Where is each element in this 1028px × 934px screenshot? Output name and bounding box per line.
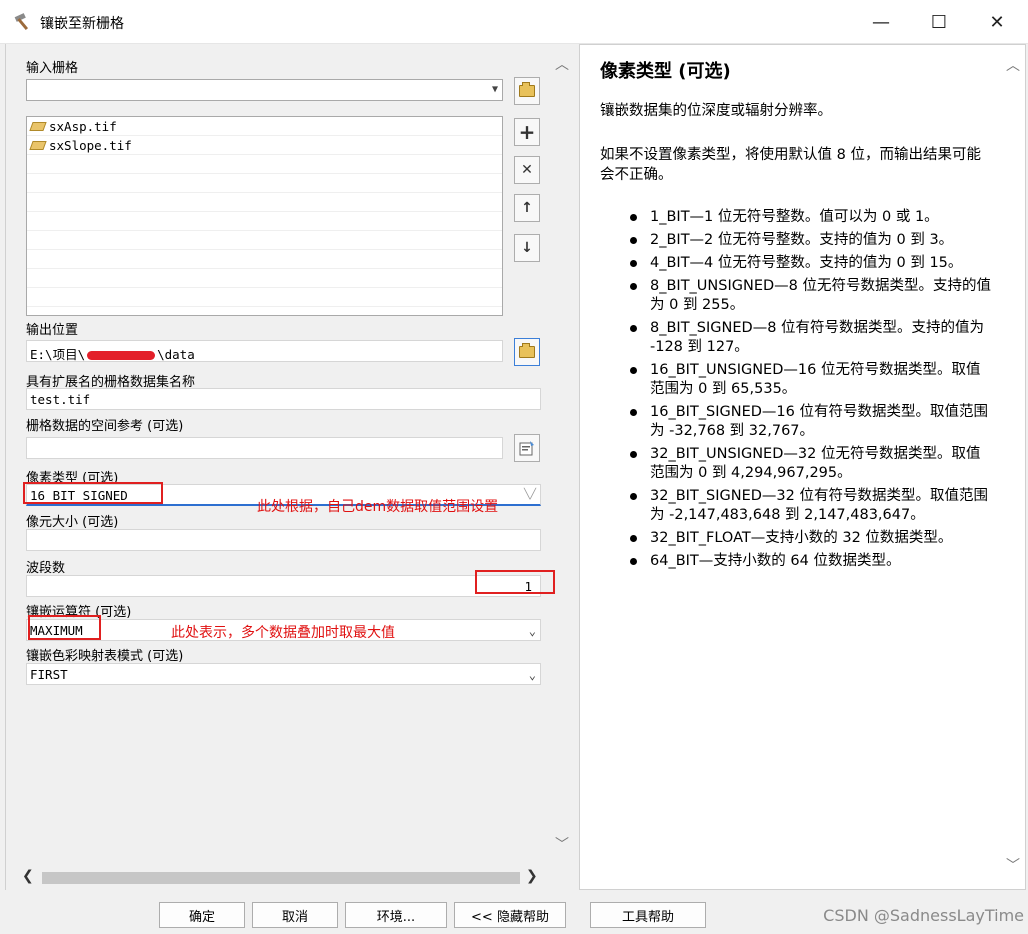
scroll-down-icon[interactable]: ﹀ bbox=[555, 834, 569, 854]
highlight-box bbox=[23, 482, 163, 504]
cancel-button[interactable]: 取消 bbox=[252, 902, 338, 928]
ok-button[interactable]: 确定 bbox=[159, 902, 245, 928]
bands-label: 波段数 bbox=[26, 561, 66, 576]
colormap-combo[interactable]: FIRST ⌄ bbox=[26, 663, 541, 685]
folder-open-icon bbox=[519, 343, 535, 358]
list-item: 8_BIT_SIGNED—8 位有符号数据类型。支持的值为 -128 到 127… bbox=[628, 319, 993, 357]
spatial-ref-field[interactable] bbox=[26, 437, 503, 459]
colormap-value: FIRST bbox=[30, 667, 68, 682]
browse-input-button[interactable] bbox=[514, 77, 540, 105]
list-item: 2_BIT—2 位无符号整数。支持的值为 0 到 3。 bbox=[628, 231, 993, 250]
close-button[interactable]: ✕ bbox=[968, 0, 1026, 44]
raster-icon bbox=[29, 121, 47, 131]
hide-help-button[interactable]: << 隐藏帮助 bbox=[454, 902, 566, 928]
parameters-panel: 输入栅格 ▼ sxAsp.tif sxSlope.tif + ✕ ↑ ↓ 输出位… bbox=[5, 44, 575, 890]
spatial-ref-button[interactable] bbox=[514, 434, 540, 462]
highlight-box bbox=[28, 615, 101, 640]
help-title: 像素类型 (可选) bbox=[600, 61, 731, 82]
list-item[interactable]: sxAsp.tif bbox=[27, 117, 502, 136]
list-item[interactable]: sxSlope.tif bbox=[27, 136, 502, 155]
output-location-field[interactable]: E:\项目\ \data bbox=[26, 340, 503, 362]
scroll-left-icon[interactable]: ❮ bbox=[22, 868, 34, 884]
scroll-up-icon[interactable]: ︿ bbox=[1006, 55, 1020, 75]
list-item: 4_BIT—4 位无符号整数。支持的值为 0 到 15。 bbox=[628, 254, 993, 273]
tool-help-button[interactable]: 工具帮助 bbox=[590, 902, 706, 928]
remove-button[interactable]: ✕ bbox=[514, 156, 540, 184]
chevron-down-icon[interactable]: ⌄ bbox=[529, 668, 536, 682]
operator-annotation: 此处表示，多个数据叠加时取最大值 bbox=[171, 625, 395, 641]
list-empty-row bbox=[27, 231, 502, 250]
scroll-right-icon[interactable]: ❯ bbox=[526, 868, 538, 884]
browse-output-button[interactable] bbox=[514, 338, 540, 366]
bands-field[interactable]: 1 bbox=[26, 575, 541, 597]
scroll-thumb[interactable] bbox=[42, 872, 520, 884]
title-bar: 镶嵌至新栅格 — ☐ ✕ bbox=[0, 0, 1028, 44]
output-location-label: 输出位置 bbox=[26, 323, 79, 338]
scroll-up-icon[interactable]: ︿ bbox=[555, 54, 569, 74]
move-down-button[interactable]: ↓ bbox=[514, 234, 540, 262]
chevron-down-icon[interactable]: ⌄ bbox=[529, 624, 536, 638]
environments-button[interactable]: 环境... bbox=[345, 902, 447, 928]
highlight-box bbox=[475, 570, 555, 594]
list-empty-row bbox=[27, 174, 502, 193]
output-location-prefix: E:\项目\ bbox=[30, 347, 86, 362]
list-empty-row bbox=[27, 212, 502, 231]
minimize-button[interactable]: — bbox=[852, 0, 910, 44]
list-item: 8_BIT_UNSIGNED—8 位无符号数据类型。支持的值为 0 到 255。 bbox=[628, 277, 993, 315]
dataset-name-field[interactable]: test.tif bbox=[26, 388, 541, 410]
pixel-type-list: 1_BIT—1 位无符号整数。值可以为 0 或 1。 2_BIT—2 位无符号整… bbox=[628, 208, 993, 575]
pixel-type-annotation: 此处根据，自己dem数据取值范围设置 bbox=[257, 499, 499, 515]
list-item: 64_BIT—支持小数的 64 位数据类型。 bbox=[628, 552, 993, 571]
list-empty-row bbox=[27, 250, 502, 269]
list-item: 32_BIT_SIGNED—32 位有符号数据类型。取值范围为 -2,147,4… bbox=[628, 487, 993, 525]
help-paragraph: 镶嵌数据集的位深度或辐射分辨率。 bbox=[600, 103, 832, 119]
hammer-icon bbox=[14, 13, 29, 31]
dataset-name-value: test.tif bbox=[30, 392, 91, 407]
cellsize-label: 像元大小 (可选) bbox=[26, 515, 119, 530]
dropdown-arrow-icon[interactable]: ╲╱ bbox=[524, 489, 536, 500]
list-item: 16_BIT_UNSIGNED—16 位无符号数据类型。取值范围为 0 到 65… bbox=[628, 361, 993, 399]
scroll-down-icon[interactable]: ﹀ bbox=[1006, 855, 1020, 875]
list-empty-row bbox=[27, 193, 502, 212]
list-item-label: sxSlope.tif bbox=[49, 137, 132, 153]
output-location-suffix: \data bbox=[157, 347, 195, 362]
input-raster-combo[interactable]: ▼ bbox=[26, 79, 503, 101]
list-item: 16_BIT_SIGNED—16 位有符号数据类型。取值范围为 -32,768 … bbox=[628, 403, 993, 441]
dropdown-arrow-icon[interactable]: ▼ bbox=[492, 84, 498, 95]
move-up-button[interactable]: ↑ bbox=[514, 194, 540, 222]
button-bar: 确定 取消 环境... << 隐藏帮助 工具帮助 CSDN @SadnessLa… bbox=[0, 890, 1028, 934]
list-item: 32_BIT_FLOAT—支持小数的 32 位数据类型。 bbox=[628, 529, 993, 548]
help-paragraph: 如果不设置像素类型，将使用默认值 8 位，而输出结果可能会不正确。 bbox=[600, 147, 981, 183]
list-item-label: sxAsp.tif bbox=[49, 118, 117, 134]
vertical-scrollbar[interactable]: ︿ ﹀ bbox=[553, 44, 571, 870]
cellsize-field[interactable] bbox=[26, 529, 541, 551]
maximize-button[interactable]: ☐ bbox=[910, 0, 968, 44]
watermark: CSDN @SadnessLayTime bbox=[823, 906, 1024, 925]
horizontal-scrollbar[interactable]: ❮ ❯ bbox=[18, 868, 542, 886]
folder-open-icon bbox=[519, 82, 535, 97]
input-raster-list[interactable]: sxAsp.tif sxSlope.tif bbox=[26, 116, 503, 316]
colormap-label: 镶嵌色彩映射表模式 (可选) bbox=[26, 649, 184, 664]
help-panel: 像素类型 (可选) 镶嵌数据集的位深度或辐射分辨率。 如果不设置像素类型，将使用… bbox=[579, 44, 1026, 890]
spatial-ref-label: 栅格数据的空间参考 (可选) bbox=[26, 419, 184, 434]
input-raster-label: 输入栅格 bbox=[26, 61, 79, 76]
list-item: 32_BIT_UNSIGNED—32 位无符号数据类型。取值范围为 0 到 4,… bbox=[628, 445, 993, 483]
list-empty-row bbox=[27, 288, 502, 307]
list-item: 1_BIT—1 位无符号整数。值可以为 0 或 1。 bbox=[628, 208, 993, 227]
list-empty-row bbox=[27, 155, 502, 174]
raster-icon bbox=[29, 140, 47, 150]
window-title: 镶嵌至新栅格 bbox=[40, 16, 124, 32]
redaction-mark bbox=[87, 351, 156, 360]
list-empty-row bbox=[27, 269, 502, 288]
properties-icon bbox=[519, 441, 534, 456]
add-button[interactable]: + bbox=[514, 118, 540, 146]
